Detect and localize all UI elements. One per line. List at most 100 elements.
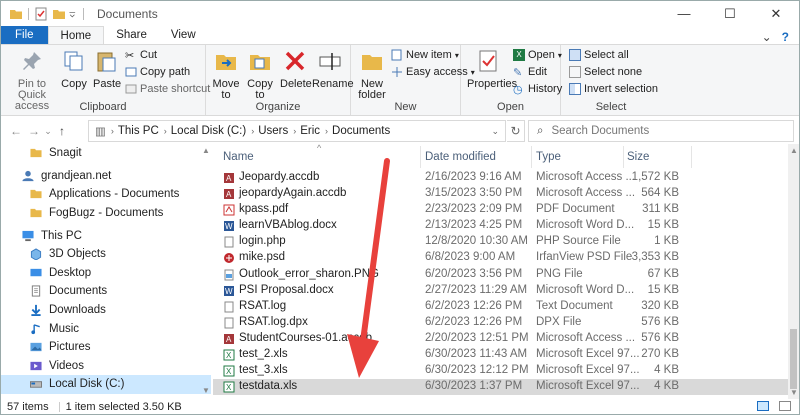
nav-item-documents[interactable]: Documents xyxy=(1,282,211,301)
tab-view[interactable]: View xyxy=(159,26,208,44)
divider[interactable] xyxy=(623,146,624,168)
nav-item-applications-documents[interactable]: Applications - Documents xyxy=(1,185,211,204)
new-folder-icon xyxy=(362,55,382,70)
nav-item-snagit[interactable]: Snagit xyxy=(1,144,211,163)
nav-item-fogbugz-documents[interactable]: FogBugz - Documents xyxy=(1,204,211,223)
scroll-down-icon[interactable]: ▼ xyxy=(202,386,210,395)
search-input[interactable]: ⌕ Search Documents xyxy=(528,120,794,142)
file-date-modified: 3/15/2023 3:50 PM xyxy=(425,187,523,200)
recent-locations-icon[interactable]: ⌄ xyxy=(43,126,53,137)
nav-item-local-disk-c[interactable]: Local Disk (C:) xyxy=(1,375,211,394)
open-button[interactable]: X Open ▾ xyxy=(513,49,562,61)
table-row[interactable]: RSAT.log.dpx 6/2/2023 12:26 PM DPX File 576… xyxy=(213,315,789,331)
back-icon[interactable]: ← xyxy=(7,124,25,138)
nav-item-pictures[interactable]: Pictures xyxy=(1,338,211,357)
new-folder-button[interactable]: New folder xyxy=(355,49,389,101)
divider[interactable] xyxy=(420,146,421,168)
easy-access-icon xyxy=(392,67,402,77)
tab-file[interactable]: File xyxy=(1,26,48,44)
chevron-right-icon: › xyxy=(325,126,329,136)
collapse-ribbon-icon[interactable]: ⌄ xyxy=(762,30,772,44)
file-type: Microsoft Excel 97... xyxy=(536,348,640,361)
edit-button[interactable]: ✎ Edit xyxy=(513,66,547,79)
paste-shortcut-button[interactable]: Paste shortcut xyxy=(125,83,210,95)
refresh-button[interactable]: ↻ xyxy=(507,120,525,142)
up-icon[interactable]: ↑ xyxy=(53,124,71,138)
scroll-up-icon[interactable]: ▲ xyxy=(790,146,798,155)
nav-item-videos[interactable]: Videos xyxy=(1,357,211,376)
large-icons-view-icon[interactable] xyxy=(779,401,791,411)
invert-selection-button[interactable]: Invert selection xyxy=(569,83,658,95)
scroll-up-icon[interactable]: ▲ xyxy=(202,146,210,155)
table-row[interactable]: Xtest_2.xls 6/30/2023 11:43 AM Microsoft E… xyxy=(213,347,789,363)
help-icon[interactable]: ? xyxy=(782,30,789,44)
rename-button[interactable]: Rename xyxy=(312,49,354,90)
breadcrumb-this-pc[interactable]: This PC xyxy=(118,125,159,137)
nav-item-music[interactable]: Music xyxy=(1,319,211,338)
customize-quick-access-icon[interactable] xyxy=(68,7,78,21)
paste-button[interactable]: Paste xyxy=(93,49,121,90)
file-size: 67 KB xyxy=(647,267,679,280)
column-type[interactable]: Type xyxy=(536,151,561,163)
forward-icon[interactable]: → xyxy=(25,124,43,138)
breadcrumb-users[interactable]: Users xyxy=(258,125,288,137)
table-row[interactable]: AjeopardyAgain.accdb 3/15/2023 3:50 PM Mic… xyxy=(213,186,789,202)
tab-home[interactable]: Home xyxy=(47,26,105,44)
chevron-right-icon: › xyxy=(110,126,114,136)
scrollbar-thumb[interactable] xyxy=(790,329,797,389)
table-row[interactable]: Outlook_error_sharon.PNG 6/20/2023 3:56 P… xyxy=(213,267,789,283)
nav-scrollbar[interactable]: ▲ ▼ xyxy=(201,144,211,399)
navigation-bar: ← → ⌄ ↑ ▥ › This PC › Local Disk (C:) › … xyxy=(1,118,799,144)
table-row[interactable]: A Jeopardy.accdb 2/16/2023 9:16 AM Microsof… xyxy=(213,170,789,186)
copy-to-button[interactable]: Copy to xyxy=(244,49,276,101)
minimize-button[interactable]: — xyxy=(661,1,707,26)
nav-item-this-pc[interactable]: This PC xyxy=(1,226,211,245)
tab-share[interactable]: Share xyxy=(104,26,159,44)
copy-path-button[interactable]: Copy path xyxy=(125,66,190,78)
history-button[interactable]: ◷ History xyxy=(513,83,562,96)
file-size: 1 KB xyxy=(654,235,679,248)
nav-item-desktop[interactable]: Desktop xyxy=(1,264,211,283)
cut-button[interactable]: ✂ Cut xyxy=(125,49,157,62)
nav-item-3d-objects[interactable]: 3D Objects xyxy=(1,245,211,264)
column-name[interactable]: Name xyxy=(223,151,254,163)
new-folder-icon[interactable] xyxy=(52,7,66,21)
file-list-scrollbar[interactable]: ▲ ▼ xyxy=(788,144,799,399)
breadcrumb-eric[interactable]: Eric xyxy=(300,125,320,137)
table-row[interactable]: RSAT.log 6/2/2023 12:26 PM Text Document 32… xyxy=(213,299,789,315)
table-row[interactable]: login.php 12/8/2020 10:30 AM PHP Source Fi… xyxy=(213,234,789,250)
properties-button[interactable]: Properties xyxy=(467,49,517,90)
address-bar[interactable]: ▥ › This PC › Local Disk (C:) › Users › … xyxy=(88,120,506,142)
file-size: 311 KB xyxy=(642,203,679,216)
breadcrumb-documents[interactable]: Documents xyxy=(332,125,390,137)
delete-button[interactable]: Delete xyxy=(280,49,312,90)
column-date-modified[interactable]: Date modified xyxy=(425,151,496,163)
chevron-down-icon[interactable]: ⌄ xyxy=(491,126,499,137)
table-row[interactable]: mike.psd 6/8/2023 9:00 AM IrfanView PSD Fi… xyxy=(213,250,789,266)
divider[interactable] xyxy=(691,146,692,168)
divider[interactable] xyxy=(531,146,532,168)
nav-item-downloads[interactable]: Downloads xyxy=(1,301,211,320)
move-to-button[interactable]: Move to xyxy=(210,49,242,101)
table-row[interactable]: W PSI Proposal.docx 2/27/2023 11:29 AM Micr… xyxy=(213,283,789,299)
file-date-modified: 2/16/2023 9:16 AM xyxy=(425,171,522,183)
table-row[interactable]: Xtest_3.xls 6/30/2023 12:12 PM Microsoft E… xyxy=(213,363,789,379)
table-row[interactable]: A StudentCourses-01.accdb 2/20/2023 12:51 … xyxy=(213,331,789,347)
maximize-button[interactable]: ☐ xyxy=(707,1,753,26)
properties-icon[interactable] xyxy=(34,7,48,21)
nav-item-grandjean-net[interactable]: grandjean.net xyxy=(1,167,211,186)
close-button[interactable]: ✕ xyxy=(753,1,799,26)
svg-text:X: X xyxy=(226,383,232,392)
copy-button[interactable]: Copy xyxy=(61,49,87,90)
table-row[interactable]: Xtestdata.xls 6/30/2023 1:37 PM Microsoft … xyxy=(213,379,789,396)
column-size[interactable]: Size xyxy=(627,151,649,163)
details-view-icon[interactable] xyxy=(757,401,769,411)
new-item-button[interactable]: New item ▾ xyxy=(391,49,459,61)
scroll-down-icon[interactable]: ▼ xyxy=(790,388,798,397)
table-row[interactable]: kpass.pdf 2/23/2023 2:09 PM PDF Document 31… xyxy=(213,202,789,218)
file-name: RSAT.log.dpx xyxy=(239,315,308,328)
select-none-button[interactable]: Select none xyxy=(569,66,642,78)
breadcrumb-local-disk[interactable]: Local Disk (C:) xyxy=(171,125,246,137)
select-all-button[interactable]: Select all xyxy=(569,49,629,61)
table-row[interactable]: WlearnVBAblog.docx 2/13/2023 4:25 PM Micro… xyxy=(213,218,789,234)
